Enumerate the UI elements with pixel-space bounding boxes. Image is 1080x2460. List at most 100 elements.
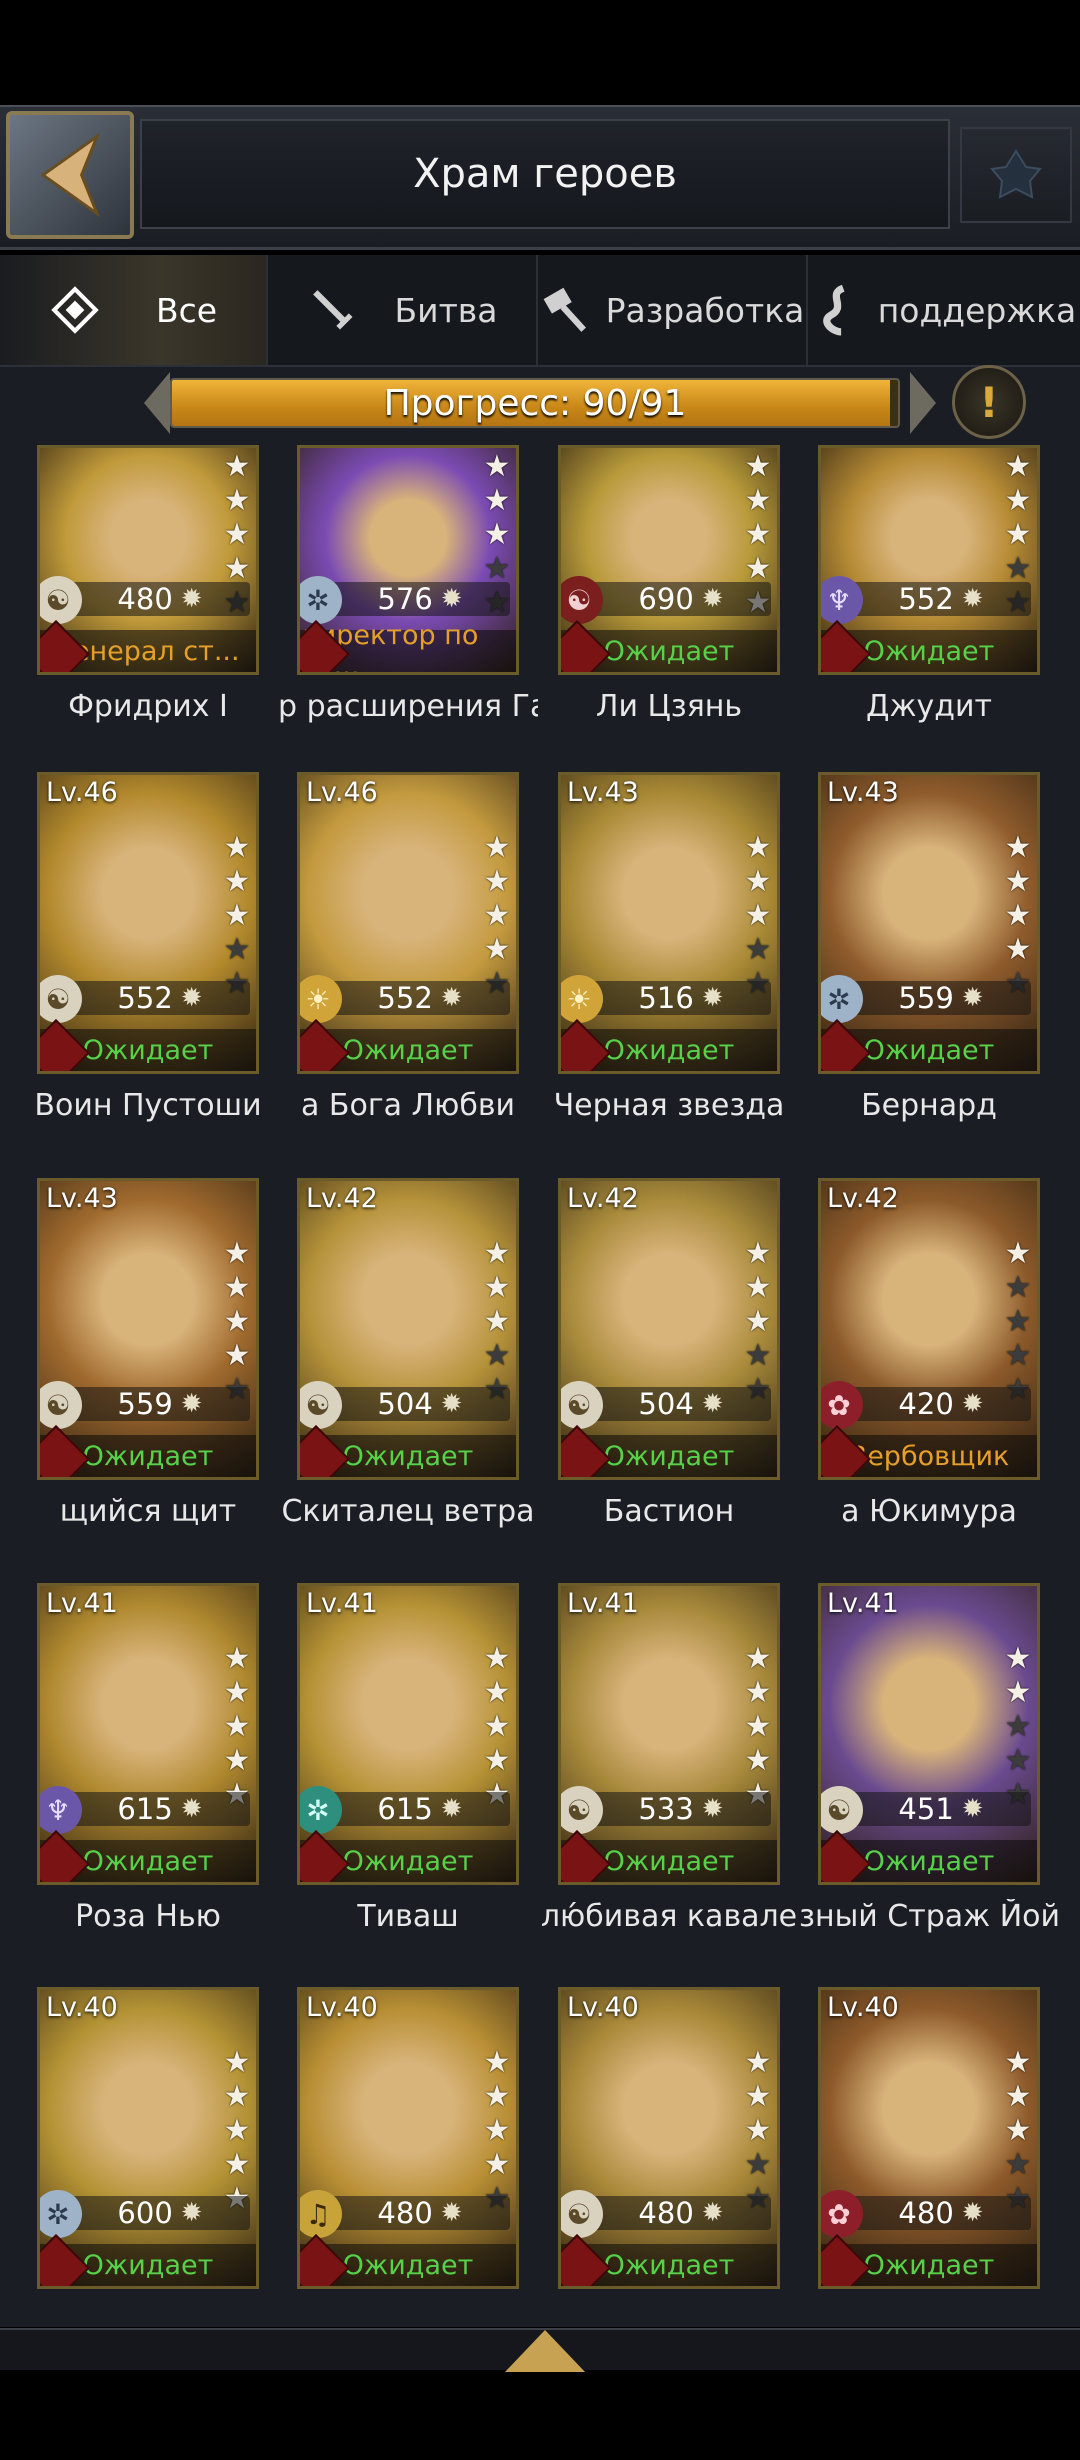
hero-card[interactable]: Lv.46★★★★★552✹☀Ожидает — [297, 772, 519, 1074]
star-icon: ★ — [223, 1236, 251, 1271]
star-icon: ★ — [1004, 449, 1032, 484]
hero-card[interactable]: ★★★★★552✹♆Ожидает — [818, 445, 1040, 675]
star-icon: ★ — [223, 898, 251, 933]
scroll-up-arrow-icon[interactable] — [505, 2330, 585, 2372]
star-icon: ★ — [483, 864, 511, 899]
star-icon: ★ — [1004, 483, 1032, 518]
star-icon: ★ — [223, 449, 251, 484]
hero-power-value: 552 — [117, 981, 173, 1015]
hero-card[interactable]: Lv.41★★★★★615✹✲Ожидает — [297, 1583, 519, 1885]
star-icon: ★ — [744, 517, 772, 552]
hero-card[interactable]: Lv.40★★★★★480✹✿Ожидает — [818, 1987, 1040, 2289]
hero-power: 615 ✹ — [70, 1792, 250, 1826]
hero-card[interactable]: Lv.41★★★★★533✹☯Ожидает — [558, 1583, 780, 1885]
hero-card[interactable]: Lv.43★★★★★559✹☯Ожидает — [37, 1178, 259, 1480]
gear-icon: ✹ — [180, 584, 203, 614]
back-arrow-icon — [40, 132, 101, 218]
star-icon: ★ — [744, 483, 772, 518]
hero-power: 559 ✹ — [70, 1387, 250, 1421]
tab-all-label: Все — [155, 290, 218, 330]
top-bar: Храм героев — [0, 105, 1080, 250]
hero-level: Lv.42 — [827, 1183, 899, 1214]
star-icon: ★ — [744, 2079, 772, 2114]
hero-stars: ★★★★★ — [743, 1239, 773, 1405]
hero-power-value: 559 — [898, 981, 954, 1015]
hero-card[interactable]: Lv.40★★★★★480✹♫Ожидает — [297, 1987, 519, 2289]
hero-power: 480 ✹ — [70, 582, 250, 616]
hero-card[interactable]: ★★★★★690✹☯Ожидает — [558, 445, 780, 675]
hero-card[interactable]: Lv.43★★★★★559✹✲Ожидает — [818, 772, 1040, 1074]
hero-power: 451 ✹ — [851, 1792, 1031, 1826]
star-icon: ★ — [483, 1304, 511, 1339]
star-icon: ★ — [223, 1675, 251, 1710]
hero-name: Тиваш — [357, 1899, 459, 1934]
star-icon: ★ — [744, 2113, 772, 2148]
hero-power-value: 552 — [377, 981, 433, 1015]
hero-card[interactable]: Lv.42★★★★★504✹☯Ожидает — [297, 1178, 519, 1480]
hero-card[interactable]: ★★★★★480✹☯Генерал ст... — [37, 445, 259, 675]
hero-card[interactable]: Lv.40★★★★★600✹✲Ожидает — [37, 1987, 259, 2289]
star-icon: ★ — [1004, 2113, 1032, 2148]
star-icon: ★ — [223, 1709, 251, 1744]
star-icon: ★ — [744, 2147, 772, 2182]
hero-name: Бастион — [603, 1494, 735, 1529]
star-icon: ★ — [483, 483, 511, 518]
hero-power: 576 ✹ — [330, 582, 510, 616]
gear-icon: ✹ — [961, 1389, 984, 1419]
tab-support[interactable]: поддержка — [808, 255, 1080, 365]
hero-stars: ★★★★★ — [743, 2048, 773, 2214]
star-icon: ★ — [223, 1743, 251, 1778]
hero-card[interactable]: Lv.43★★★★★516✹☀Ожидает — [558, 772, 780, 1074]
page-title: Храм героев — [413, 151, 677, 197]
hero-card[interactable]: Lv.42★★★★★504✹☯Ожидает — [558, 1178, 780, 1480]
tab-all[interactable]: Все — [0, 255, 268, 365]
star-icon: ★ — [223, 483, 251, 518]
star-icon: ★ — [483, 1743, 511, 1778]
hero-name: Фридрих I — [68, 689, 228, 724]
progress-text: Прогресс: 90/91 — [383, 382, 687, 424]
gear-icon: ✹ — [440, 983, 463, 1013]
hero-card[interactable]: Lv.42★★★★★420✹✿Вербовщик — [818, 1178, 1040, 1480]
star-icon: ★ — [483, 898, 511, 933]
star-icon: ★ — [744, 1338, 772, 1373]
hero-power: 615 ✹ — [330, 1792, 510, 1826]
emblem-button[interactable] — [960, 127, 1072, 223]
star-icon: ★ — [223, 864, 251, 899]
hero-power-value: 504 — [377, 1387, 433, 1421]
hero-power: 480 ✹ — [330, 2196, 510, 2230]
tab-battle[interactable]: Битва — [268, 255, 538, 365]
star-icon: ★ — [223, 932, 251, 967]
hero-card[interactable]: ★★★★★576✹✲директор по ра... — [297, 445, 519, 675]
info-button[interactable]: ! — [952, 365, 1026, 439]
tab-battle-label: Битва — [394, 290, 498, 330]
star-icon: ★ — [483, 1270, 511, 1305]
gear-icon: ✹ — [440, 584, 463, 614]
star-icon: ★ — [1004, 2045, 1032, 2080]
hero-card[interactable]: Lv.41★★★★★615✹♆Ожидает — [37, 1583, 259, 1885]
sword-icon — [312, 290, 353, 330]
hero-power-value: 480 — [638, 2196, 694, 2230]
hero-power-value: 600 — [117, 2196, 173, 2230]
hero-level: Lv.40 — [46, 1992, 118, 2023]
hero-power: 504 ✹ — [330, 1387, 510, 1421]
hero-power-value: 420 — [898, 1387, 954, 1421]
emblem-icon — [990, 149, 1042, 199]
star-icon: ★ — [744, 864, 772, 899]
star-icon: ★ — [483, 2045, 511, 2080]
gear-icon: ✹ — [701, 983, 724, 1013]
star-icon: ★ — [744, 830, 772, 865]
hero-card[interactable]: Lv.41★★★★★451✹☯Ожидает — [818, 1583, 1040, 1885]
hero-power: 533 ✹ — [591, 1792, 771, 1826]
hero-card[interactable]: Lv.40★★★★★480✹☯Ожидает — [558, 1987, 780, 2289]
hero-card[interactable]: Lv.46★★★★★552✹☯Ожидает — [37, 772, 259, 1074]
star-icon: ★ — [223, 2147, 251, 2182]
star-icon: ★ — [744, 1270, 772, 1305]
back-button[interactable] — [6, 111, 134, 239]
hero-power-value: 690 — [638, 582, 694, 616]
tab-development[interactable]: Разработка — [538, 255, 808, 365]
hero-name: Роза Нью — [75, 1899, 221, 1934]
hero-stars: ★★★★★ — [1003, 1644, 1033, 1810]
exclamation-icon: ! — [979, 377, 999, 427]
star-icon: ★ — [1004, 1304, 1032, 1339]
hero-power: 504 ✹ — [591, 1387, 771, 1421]
